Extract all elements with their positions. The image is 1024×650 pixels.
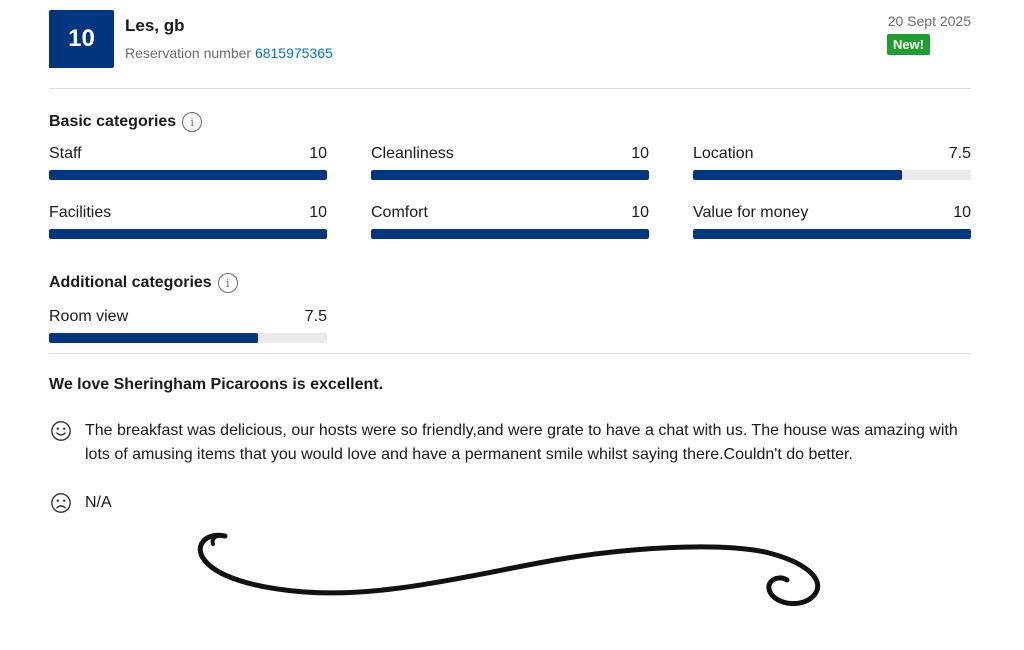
category-label: Facilities: [49, 204, 112, 221]
category-label: Room view: [49, 308, 129, 325]
score-bar: [49, 229, 327, 239]
reservation-info: Reservation number 6815975365: [125, 45, 333, 61]
category-facilities: Facilities 10: [49, 204, 327, 239]
info-icon[interactable]: i: [217, 273, 238, 293]
additional-categories-title: Additional categories i: [49, 273, 238, 293]
category-location: Location 7.5: [693, 145, 971, 180]
negative-comment-text: N/A: [85, 494, 112, 511]
basic-categories-label: Basic categories: [49, 113, 177, 130]
category-label: Staff: [49, 145, 82, 162]
basic-categories-title: Basic categories i: [49, 112, 203, 132]
score-bar: [693, 170, 971, 180]
negative-comment: N/A: [49, 491, 965, 515]
score-bar-fill: [49, 229, 327, 239]
score-bar-fill: [371, 229, 649, 239]
score-bar: [49, 170, 327, 180]
score-bar: [371, 229, 649, 239]
sad-face-icon: [51, 493, 71, 513]
category-score: 10: [631, 204, 649, 221]
new-badge: New!: [886, 34, 930, 55]
score-bar-fill: [693, 229, 971, 239]
category-staff: Staff 10: [49, 145, 327, 180]
review-headline: We love Sheringham Picaroons is excellen…: [49, 376, 384, 393]
category-score: 7.5: [948, 145, 971, 162]
score-bar-fill: [693, 170, 902, 180]
category-label: Location: [693, 145, 754, 162]
review-score: 10: [49, 10, 114, 68]
additional-categories-label: Additional categories: [49, 274, 212, 291]
category-value-for-money: Value for money 10: [693, 204, 971, 239]
category-score: 10: [309, 145, 327, 162]
info-icon[interactable]: i: [182, 112, 203, 132]
positive-comment-text: The breakfast was delicious, our hosts w…: [85, 422, 958, 463]
score-bar-fill: [49, 170, 327, 180]
guest-name: Les, gb: [125, 16, 185, 35]
category-label: Cleanliness: [371, 145, 454, 162]
review-card: 10 Les, gb Reservation number 6815975365…: [49, 0, 971, 513]
category-score: 10: [953, 204, 971, 221]
reservation-number-link[interactable]: 6815975365: [255, 45, 333, 61]
category-label: Comfort: [371, 204, 428, 221]
score-bar: [49, 333, 327, 343]
score-bar: [371, 170, 649, 180]
smiley-icon: [51, 421, 71, 441]
score-bar: [693, 229, 971, 239]
decorative-swash: [197, 532, 821, 606]
category-comfort: Comfort 10: [371, 204, 649, 239]
reservation-label: Reservation number: [125, 45, 252, 61]
category-score: 10: [309, 204, 327, 221]
section-divider: [49, 353, 971, 354]
positive-comment: The breakfast was delicious, our hosts w…: [49, 419, 965, 467]
category-label: Value for money: [693, 204, 809, 221]
review-header: 10 Les, gb Reservation number 6815975365…: [49, 0, 971, 89]
score-bar-fill: [371, 170, 649, 180]
category-score: 10: [631, 145, 649, 162]
category-cleanliness: Cleanliness 10: [371, 145, 649, 180]
score-bar-fill: [49, 333, 258, 343]
category-room-view: Room view 7.5: [49, 308, 327, 343]
review-date: 20 Sept 2025: [887, 13, 971, 29]
category-score: 7.5: [304, 308, 327, 325]
